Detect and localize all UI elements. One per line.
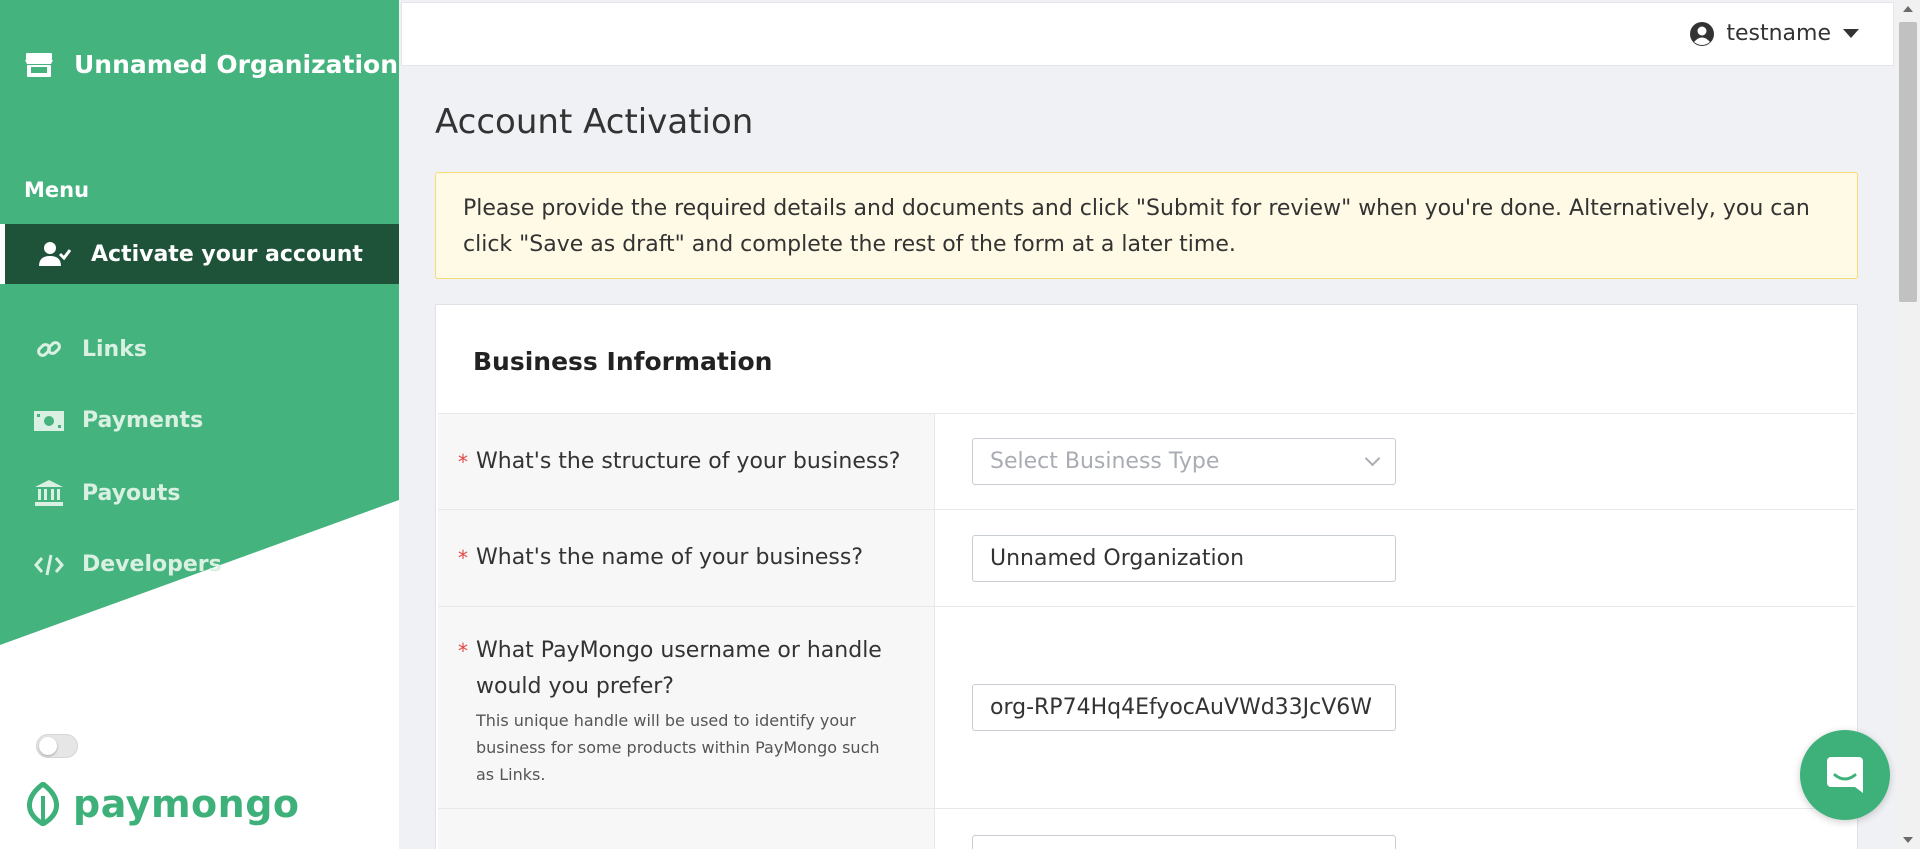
chat-launcher-button[interactable] (1800, 730, 1890, 820)
money-bill-icon (34, 410, 64, 431)
user-menu[interactable]: testname (1690, 21, 1859, 46)
sidebar-item-label: Activate your account (91, 241, 363, 267)
business-type-select[interactable]: Select Business Type (972, 438, 1396, 485)
sidebar-item-label: Developers (82, 552, 222, 577)
chevron-down-icon (1364, 450, 1381, 467)
question-cell: * What PayMongo username or handle would… (438, 607, 935, 808)
sidebar-item-activate-account[interactable]: Activate your account (0, 224, 399, 284)
business-name-input[interactable]: Unnamed Organization (972, 534, 1396, 582)
caret-down-icon (1843, 29, 1859, 38)
answer-cell: org-RP74Hq4EfyocAuVWd33JcV6W (935, 607, 1855, 808)
question-label: What PayMongo username or handle would y… (476, 638, 882, 699)
sidebar-item-developers[interactable]: Developers (34, 552, 222, 577)
sidebar-item-label: Payments (82, 408, 204, 433)
store-icon (25, 52, 53, 77)
menu-label: Menu (24, 178, 90, 202)
page-scrollbar[interactable] (1896, 0, 1920, 849)
question-block: What PayMongo username or handle would y… (476, 633, 896, 788)
sidebar: Unnamed Organization Menu Activate your … (0, 0, 399, 849)
question-cell: * What's the structure of your business? (438, 414, 935, 509)
answer-cell: Unnamed Organization (935, 510, 1855, 606)
chat-icon (1827, 757, 1863, 793)
required-asterisk: * (458, 546, 468, 570)
user-circle-icon (1690, 21, 1715, 46)
help-text: This unique handle will be used to ident… (476, 711, 880, 784)
scroll-down-arrow-icon[interactable] (1903, 837, 1913, 843)
org-header[interactable]: Unnamed Organization (24, 50, 398, 79)
sidebar-item-links[interactable]: Links (34, 336, 147, 362)
question-cell: * What's the name of your business? (438, 510, 935, 606)
business-info-card: Business Information * What's the struct… (435, 304, 1858, 849)
form-table: * What's the structure of your business?… (438, 413, 1855, 849)
user-check-icon (39, 241, 71, 267)
answer-cell (935, 809, 1855, 849)
form-row-handle: * What PayMongo username or handle would… (438, 607, 1855, 809)
handle-input[interactable]: org-RP74Hq4EfyocAuVWd33JcV6W (972, 684, 1396, 731)
sidebar-item-payments[interactable]: Payments (34, 408, 203, 433)
next-input[interactable] (972, 835, 1396, 849)
page-title: Account Activation (435, 102, 754, 142)
form-row-next (438, 809, 1855, 849)
select-placeholder: Select Business Type (990, 449, 1220, 474)
sidebar-item-label: Links (82, 336, 147, 362)
form-row-business-structure: * What's the structure of your business?… (438, 414, 1855, 510)
top-bar: testname (401, 2, 1894, 66)
question-label: What's the name of your business? (476, 545, 864, 570)
username: testname (1726, 21, 1831, 46)
required-asterisk: * (458, 639, 468, 663)
question-cell (438, 809, 935, 849)
card-title: Business Information (473, 347, 773, 376)
theme-toggle[interactable] (36, 734, 78, 758)
sidebar-item-payouts[interactable]: Payouts (34, 480, 180, 506)
bank-icon (34, 480, 64, 506)
form-row-business-name: * What's the name of your business? Unna… (438, 510, 1855, 607)
info-alert: Please provide the required details and … (435, 172, 1858, 279)
question-label: What's the structure of your business? (476, 448, 901, 474)
required-asterisk: * (458, 449, 468, 474)
logo-text: paymongo (73, 782, 300, 826)
scroll-up-arrow-icon[interactable] (1903, 6, 1913, 12)
link-icon (34, 336, 64, 362)
code-icon (34, 553, 64, 577)
sidebar-item-label: Payouts (82, 480, 181, 506)
org-name: Unnamed Organization (74, 50, 398, 79)
scroll-thumb[interactable] (1899, 22, 1917, 302)
paymongo-leaf-icon (27, 782, 59, 826)
answer-cell: Select Business Type (935, 414, 1855, 509)
paymongo-logo[interactable]: paymongo (23, 782, 300, 826)
